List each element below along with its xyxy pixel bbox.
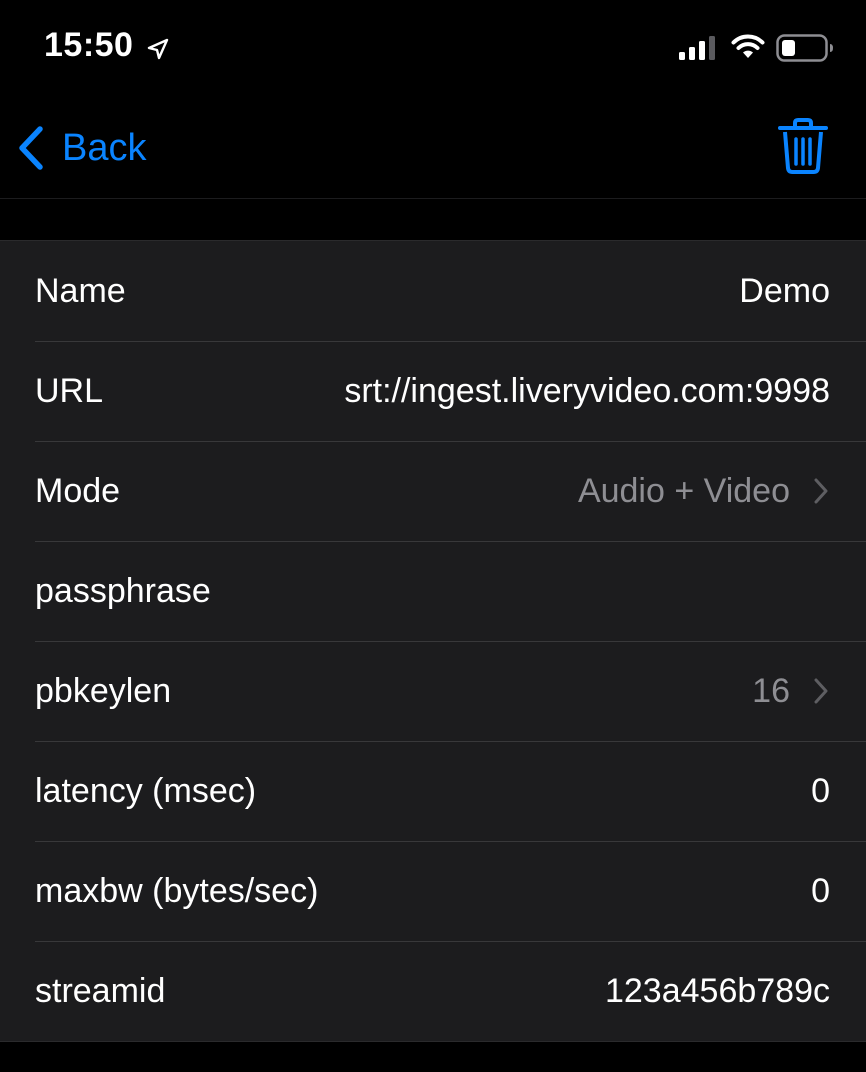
wifi-icon — [731, 34, 765, 58]
row-label: Name — [35, 271, 126, 310]
navigation-bar: Back — [0, 96, 866, 199]
settings-table: Name Demo URL srt://ingest.liveryvideo.c… — [0, 240, 866, 1042]
streamid-row[interactable]: streamid 123a456b789c — [0, 941, 866, 1041]
url-row[interactable]: URL srt://ingest.liveryvideo.com:9998 — [0, 341, 866, 441]
maxbw-value[interactable]: 0 — [811, 872, 830, 911]
battery-icon — [776, 34, 833, 62]
name-value[interactable]: Demo — [739, 272, 830, 311]
chevron-right-icon — [814, 678, 828, 704]
chevron-right-icon — [814, 478, 828, 504]
passphrase-row[interactable]: passphrase — [0, 541, 866, 641]
mode-value: Audio + Video — [577, 471, 790, 510]
chevron-left-icon — [19, 126, 43, 170]
row-label: Mode — [35, 471, 121, 510]
latency-value[interactable]: 0 — [811, 772, 830, 811]
streamid-value[interactable]: 123a456b789c — [605, 972, 830, 1011]
row-label: maxbw (bytes/sec) — [35, 871, 319, 910]
url-value[interactable]: srt://ingest.liveryvideo.com:9998 — [344, 372, 830, 411]
row-label: URL — [35, 371, 104, 410]
back-button[interactable]: Back — [16, 124, 146, 172]
row-label: streamid — [35, 971, 166, 1010]
location-arrow-icon — [147, 38, 169, 60]
name-row[interactable]: Name Demo — [0, 241, 866, 341]
latency-row[interactable]: latency (msec) 0 — [0, 741, 866, 841]
row-label: pbkeylen — [35, 671, 172, 710]
status-time: 15:50 — [44, 26, 134, 64]
mode-row[interactable]: Mode Audio + Video — [0, 441, 866, 541]
row-label: latency (msec) — [35, 771, 257, 810]
maxbw-row[interactable]: maxbw (bytes/sec) 0 — [0, 841, 866, 941]
row-label: passphrase — [35, 571, 211, 610]
status-bar: 15:50 — [0, 0, 866, 96]
back-button-label: Back — [62, 126, 147, 169]
trash-icon[interactable] — [778, 118, 828, 174]
cellular-signal-icon — [679, 36, 715, 60]
pbkeylen-value: 16 — [752, 671, 790, 710]
pbkeylen-row[interactable]: pbkeylen 16 — [0, 641, 866, 741]
